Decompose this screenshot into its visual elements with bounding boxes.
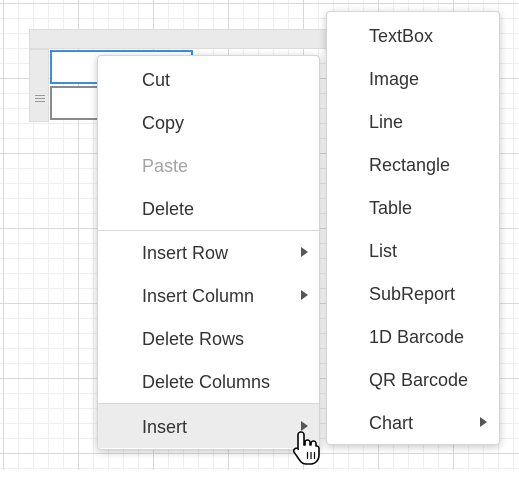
menu-item-insert[interactable]: Insert xyxy=(98,404,319,448)
grip-lines-icon xyxy=(35,95,45,103)
submenu-item-chart[interactable]: Chart xyxy=(327,401,499,444)
chevron-right-icon xyxy=(301,247,308,257)
submenu-item-rectangle[interactable]: Rectangle xyxy=(327,143,499,186)
submenu-item-subreport[interactable]: SubReport xyxy=(327,272,499,315)
submenu-item-list[interactable]: List xyxy=(327,229,499,272)
menu-item-delete-columns[interactable]: Delete Columns xyxy=(98,360,319,403)
chevron-right-icon xyxy=(480,417,487,427)
insert-submenu: TextBox Image Line Rectangle Table List … xyxy=(326,11,500,445)
menu-item-label: Insert Row xyxy=(142,243,229,263)
menu-item-copy[interactable]: Copy xyxy=(98,101,319,144)
menu-item-label: Delete Rows xyxy=(142,329,245,349)
menu-item-label: 1D Barcode xyxy=(369,327,465,347)
submenu-item-textbox[interactable]: TextBox xyxy=(327,14,499,57)
menu-item-delete-rows[interactable]: Delete Rows xyxy=(98,317,319,360)
menu-item-label: Insert xyxy=(142,417,188,437)
submenu-item-table[interactable]: Table xyxy=(327,186,499,229)
submenu-item-1d-barcode[interactable]: 1D Barcode xyxy=(327,315,499,358)
menu-item-label: Line xyxy=(369,112,404,132)
menu-item-label: Copy xyxy=(142,113,185,133)
menu-item-label: Paste xyxy=(142,156,189,176)
menu-item-label: Table xyxy=(369,198,413,218)
context-menu: Cut Copy Paste Delete Insert Row Insert … xyxy=(97,55,320,450)
submenu-item-qr-barcode[interactable]: QR Barcode xyxy=(327,358,499,401)
menu-item-label: TextBox xyxy=(369,26,434,46)
menu-item-label: Insert Column xyxy=(142,286,255,306)
menu-item-label: Cut xyxy=(142,70,171,90)
submenu-item-image[interactable]: Image xyxy=(327,57,499,100)
menu-item-label: Delete Columns xyxy=(142,372,271,392)
hand-pointer-icon xyxy=(292,431,320,465)
menu-item-paste: Paste xyxy=(98,144,319,187)
menu-item-label: SubReport xyxy=(369,284,456,304)
menu-item-label: Rectangle xyxy=(369,155,451,175)
menu-item-cut[interactable]: Cut xyxy=(98,58,319,101)
menu-item-label: Delete xyxy=(142,199,195,219)
menu-item-label: Chart xyxy=(369,413,414,433)
menu-item-label: QR Barcode xyxy=(369,370,469,390)
menu-item-delete[interactable]: Delete xyxy=(98,187,319,230)
menu-item-insert-row[interactable]: Insert Row xyxy=(98,231,319,274)
menu-item-label: Image xyxy=(369,69,420,89)
submenu-item-line[interactable]: Line xyxy=(327,100,499,143)
table-row-handle[interactable] xyxy=(29,49,49,122)
chevron-right-icon xyxy=(301,290,308,300)
menu-item-insert-column[interactable]: Insert Column xyxy=(98,274,319,317)
table-column-header-bar[interactable] xyxy=(29,29,329,49)
menu-item-label: List xyxy=(369,241,398,261)
